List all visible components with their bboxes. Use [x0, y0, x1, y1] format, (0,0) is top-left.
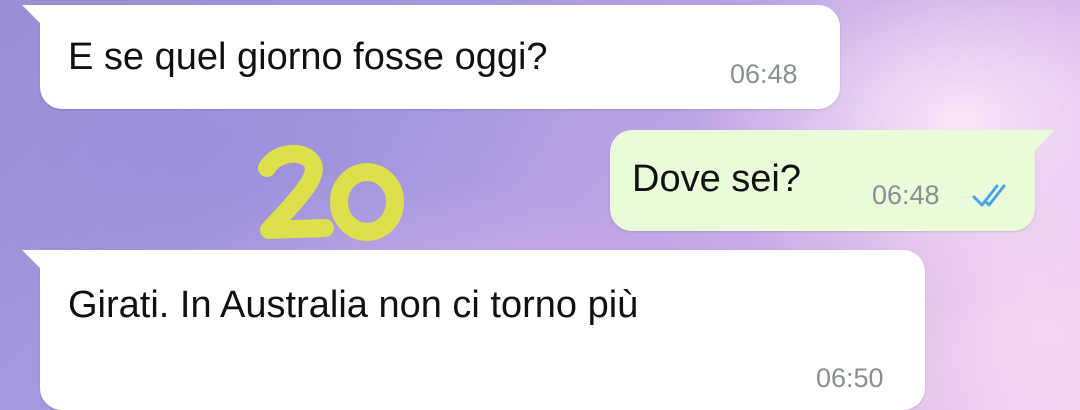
message-bubble-outgoing[interactable]: Dove sei? 06:48 — [610, 130, 1035, 231]
doodle-text: 20 — [330, 239, 332, 241]
message-text: Dove sei? — [632, 158, 801, 200]
message-bubble-incoming[interactable]: E se quel giorno fosse oggi? 06:48 — [40, 5, 840, 109]
message-text: E se quel giorno fosse oggi? — [68, 36, 548, 78]
bubble-tail — [22, 250, 42, 270]
bubble-tail — [1035, 130, 1055, 150]
message-timestamp: 06:48 — [730, 59, 798, 89]
message-timestamp: 06:50 — [816, 363, 884, 393]
message-bubble-incoming[interactable]: Girati. In Australia non ci torno più 06… — [40, 250, 925, 410]
bubble-tail — [22, 5, 42, 25]
message-text: Girati. In Australia non ci torno più — [68, 284, 639, 326]
message-timestamp: 06:48 — [872, 180, 940, 210]
handwritten-number-doodle: 20 — [258, 144, 404, 241]
double-check-icon — [972, 184, 1006, 207]
